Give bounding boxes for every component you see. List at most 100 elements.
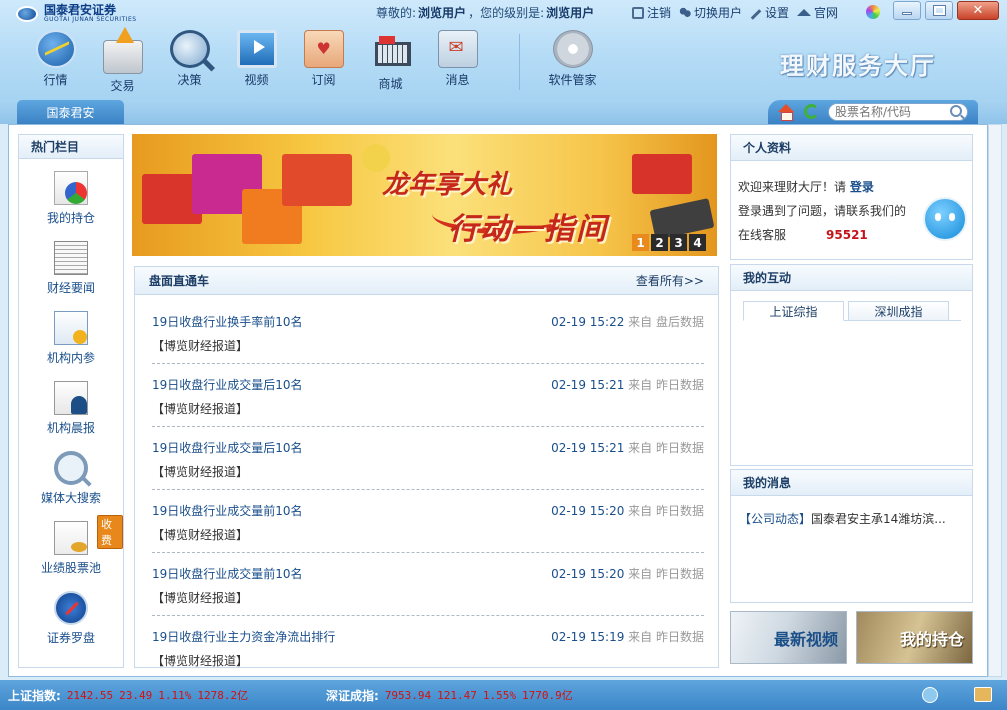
status-bar: 上证指数: 2142.55 23.49 1.11% 1278.2亿 深证成指: … xyxy=(0,680,1007,710)
service-phone: 95521 xyxy=(826,228,868,242)
nav-institution-reference[interactable]: 机构内参 xyxy=(19,311,123,366)
refresh-icon[interactable] xyxy=(804,104,819,119)
trade-icon xyxy=(102,27,143,74)
sz-index-amount: 1770.9亿 xyxy=(522,689,573,702)
news-title-link[interactable]: 19日收盘行业成交量前10名 xyxy=(152,502,303,519)
fee-badge: 收费 xyxy=(97,515,123,549)
news-time: 02-19 15:20 xyxy=(551,504,625,518)
market-news-header: 盘面直通车 查看所有>> xyxy=(135,267,718,295)
minimize-button[interactable] xyxy=(893,1,921,20)
settings-link[interactable]: 设置 xyxy=(750,4,789,21)
banner-page-1[interactable]: 1 xyxy=(632,234,649,251)
mascot-avatar-icon xyxy=(923,197,967,241)
news-time: 02-19 15:20 xyxy=(551,567,625,581)
news-from: 来自 昨日数据 xyxy=(628,630,704,644)
news-title-link[interactable]: 19日收盘行业成交量后10名 xyxy=(152,439,303,456)
index-tabs: 上证综指 深圳成指 xyxy=(743,301,949,321)
news-from: 来自 盘后数据 xyxy=(628,315,704,329)
my-holdings-promo[interactable]: 我的持仓 xyxy=(856,611,973,664)
nav-stock-pool[interactable]: 业绩股票池 收费 xyxy=(19,515,123,576)
users-icon xyxy=(679,6,692,19)
toolbar-message-button[interactable]: 消息 xyxy=(424,30,491,94)
banner-page-4[interactable]: 4 xyxy=(689,234,706,251)
nav-media-search[interactable]: 媒体大搜索 xyxy=(19,451,123,506)
logo-name: 国泰君安证券 xyxy=(44,3,117,17)
home-icon[interactable] xyxy=(778,104,794,121)
messages-title: 我的消息 xyxy=(731,470,972,496)
news-source: 【博览财经报道】 xyxy=(152,402,249,416)
website-link[interactable]: 官网 xyxy=(797,4,838,21)
maximize-button[interactable] xyxy=(925,1,953,20)
toolbar-market-button[interactable]: 行情 xyxy=(22,30,89,94)
banner-page-3[interactable]: 3 xyxy=(670,234,687,251)
search-area xyxy=(768,100,978,124)
news-row: 19日收盘行业成交量后10名 02-19 15:21 来自 昨日数据 【博览财经… xyxy=(152,427,704,490)
toolbar-subscribe-button[interactable]: 订阅 xyxy=(290,30,357,94)
message-text: 国泰君安主承14潍坊滨... xyxy=(811,512,946,526)
tab-shanghai-composite[interactable]: 上证综指 xyxy=(743,301,844,321)
news-from: 来自 昨日数据 xyxy=(628,441,704,455)
message-icon xyxy=(437,30,478,68)
news-title-link[interactable]: 19日收盘行业成交量后10名 xyxy=(152,376,303,393)
news-time: 02-19 15:22 xyxy=(551,315,625,329)
tab-strip: 国泰君安 xyxy=(0,100,1007,124)
nav-securities-compass[interactable]: 证券罗盘 xyxy=(19,591,123,646)
market-news-title: 盘面直通车 xyxy=(149,274,210,288)
close-icon: ✕ xyxy=(972,3,984,18)
news-row: 19日收盘行业成交量前10名 02-19 15:20 来自 昨日数据 【博览财经… xyxy=(152,490,704,553)
news-row: 19日收盘行业主力资金净流出排行 02-19 15:19 来自 昨日数据 【博览… xyxy=(152,616,704,668)
news-title-link[interactable]: 19日收盘行业主力资金净流出排行 xyxy=(152,628,335,645)
promo-banner[interactable]: 龙年享大礼 行动一指间 1 2 3 4 xyxy=(132,134,717,256)
market-news-panel: 盘面直通车 查看所有>> 19日收盘行业换手率前10名 02-19 15:22 … xyxy=(134,266,719,668)
wrench-icon xyxy=(750,9,762,20)
toolbox-icon[interactable] xyxy=(974,687,992,702)
toolbar-trade-button[interactable]: 交易 xyxy=(89,27,156,94)
close-button[interactable]: ✕ xyxy=(957,1,999,20)
app-logo: 国泰君安证券 GUOTAI JUNAN SECURITIES xyxy=(16,4,137,23)
tab-shenzhen-component[interactable]: 深圳成指 xyxy=(848,301,949,321)
news-time: 02-19 15:21 xyxy=(551,378,625,392)
view-all-link[interactable]: 查看所有>> xyxy=(636,272,704,289)
logo-mark-icon xyxy=(16,5,38,22)
messages-panel: 我的消息 【公司动态】国泰君安主承14潍坊滨... xyxy=(730,469,973,603)
user-greeting: 尊敬的: 浏览用户 ，您的级别是: 浏览用户 xyxy=(376,6,595,20)
decision-magnifier-icon xyxy=(169,30,210,68)
hot-columns-panel: 热门栏目 我的持仓 财经要闻 机构内参 机构晨报 媒体大搜索 业绩股票池 收费 … xyxy=(18,134,124,668)
skin-color-icon[interactable] xyxy=(866,5,880,19)
news-source: 【博览财经报道】 xyxy=(152,654,249,668)
logout-link[interactable]: 注销 xyxy=(632,4,671,21)
logo-english-name: GUOTAI JUNAN SECURITIES xyxy=(44,16,137,23)
switch-user-link[interactable]: 切换用户 xyxy=(679,4,742,21)
hot-columns-title: 热门栏目 xyxy=(19,135,123,159)
stock-search-input[interactable] xyxy=(828,103,968,121)
message-item[interactable]: 【公司动态】国泰君安主承14潍坊滨... xyxy=(739,510,946,527)
interaction-title: 我的互动 xyxy=(731,265,972,291)
disc-icon xyxy=(552,30,593,68)
toolbar-mall-button[interactable]: 商城 xyxy=(357,30,424,94)
toolbar-software-manager-button[interactable]: 软件管家 xyxy=(539,30,606,94)
news-from: 来自 昨日数据 xyxy=(628,504,704,518)
search-icon[interactable] xyxy=(950,105,962,117)
home-icon xyxy=(797,9,812,16)
news-title-link[interactable]: 19日收盘行业成交量前10名 xyxy=(152,565,303,582)
toolbar-video-button[interactable]: 视频 xyxy=(223,30,290,94)
nav-my-holdings[interactable]: 我的持仓 xyxy=(19,171,123,226)
title-toolbar-area: 国泰君安证券 GUOTAI JUNAN SECURITIES 尊敬的: 浏览用户… xyxy=(0,0,1007,100)
news-from: 来自 昨日数据 xyxy=(628,567,704,581)
login-link[interactable]: 登录 xyxy=(850,180,874,194)
nav-finance-news[interactable]: 财经要闻 xyxy=(19,241,123,296)
vertical-scrollbar[interactable] xyxy=(988,124,1002,677)
nav-institution-morning[interactable]: 机构晨报 xyxy=(19,381,123,436)
latest-video-promo[interactable]: 最新视频 xyxy=(730,611,847,664)
tab-guotai-junan[interactable]: 国泰君安 xyxy=(17,100,124,124)
news-source: 【博览财经报道】 xyxy=(152,465,249,479)
toolbar-decision-button[interactable]: 决策 xyxy=(156,30,223,94)
user-level: 浏览用户 xyxy=(546,6,595,20)
news-title-link[interactable]: 19日收盘行业换手率前10名 xyxy=(152,313,303,330)
assistant-icon[interactable] xyxy=(922,687,938,703)
interaction-panel: 我的互动 上证综指 深圳成指 xyxy=(730,264,973,466)
hall-title: 理财服务大厅 xyxy=(780,52,936,80)
logout-icon xyxy=(632,6,644,19)
banner-page-2[interactable]: 2 xyxy=(651,234,668,251)
profile-title: 个人资料 xyxy=(731,135,972,161)
